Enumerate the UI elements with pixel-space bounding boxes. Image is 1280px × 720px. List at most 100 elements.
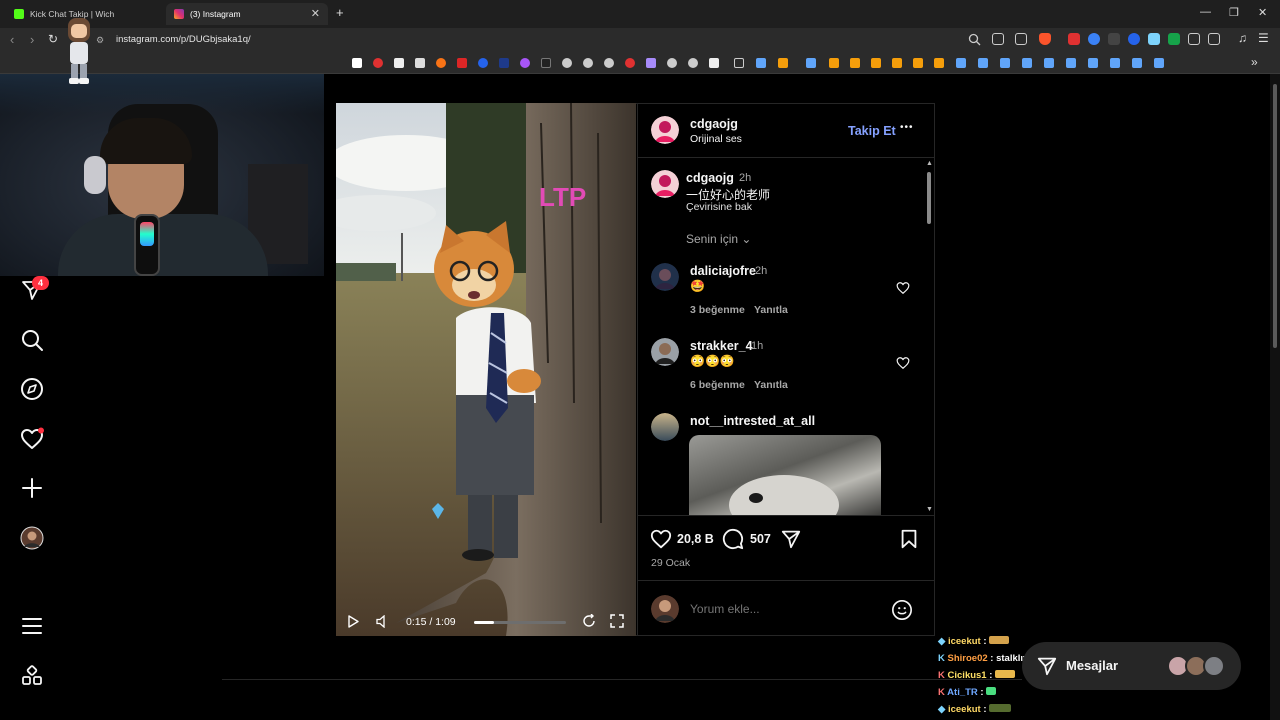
bookmark-steam-icon[interactable]	[1110, 58, 1120, 68]
comment-username[interactable]: daliciajofre	[690, 264, 756, 278]
bookmark-steam-icon[interactable]	[806, 58, 816, 68]
notifications-heart-icon[interactable]	[20, 427, 44, 451]
scroll-up-icon[interactable]: ▲	[926, 160, 933, 167]
bookmark-icon[interactable]	[436, 58, 446, 68]
bookmark-icon[interactable]	[778, 58, 788, 68]
video-progress-track[interactable]	[474, 621, 566, 624]
comment-gif-image[interactable]	[689, 435, 881, 515]
bookmark-icon[interactable]	[934, 58, 944, 68]
comment-likes[interactable]: 6 beğenme	[690, 379, 745, 391]
bookmark-p-icon[interactable]	[394, 58, 404, 68]
post-audio-label[interactable]: Orijinal ses	[690, 133, 742, 145]
comments-scrollbar[interactable]: ▲ ▼	[924, 160, 934, 516]
brave-shield-icon[interactable]	[1039, 33, 1051, 45]
comment-username[interactable]: not__intrested_at_all	[690, 414, 815, 428]
bookmark-steam-icon[interactable]	[978, 58, 988, 68]
new-tab-button[interactable]: +	[336, 5, 344, 20]
bookmark-icon[interactable]	[913, 58, 923, 68]
comment-sort-dropdown[interactable]: Senin için ⌄	[686, 232, 751, 246]
bookmark-amazon-icon[interactable]	[415, 58, 425, 68]
replay-icon[interactable]	[582, 614, 596, 628]
page-scrollbar-thumb[interactable]	[1273, 84, 1277, 348]
bookmark-nhl-icon[interactable]	[499, 58, 509, 68]
comment-input[interactable]	[690, 600, 880, 618]
bookmark-steam-icon[interactable]	[956, 58, 966, 68]
bookmark-icon[interactable]	[604, 58, 614, 68]
comment-like-heart-icon[interactable]	[896, 281, 910, 295]
bookmark-icon[interactable]	[688, 58, 698, 68]
fullscreen-icon[interactable]	[610, 614, 624, 628]
commenter-avatar[interactable]	[651, 338, 679, 366]
bookmark-steam-icon[interactable]	[1154, 58, 1164, 68]
bookmark-steam-icon[interactable]	[1088, 58, 1098, 68]
mute-icon[interactable]	[376, 615, 388, 628]
extensions-puzzle-icon[interactable]	[1188, 33, 1200, 45]
menu-icon[interactable]	[20, 614, 44, 638]
author-avatar[interactable]	[651, 116, 679, 144]
comment-like-heart-icon[interactable]	[896, 356, 910, 370]
follow-button[interactable]: Takip Et	[848, 124, 896, 138]
comment-username[interactable]: strakker_4	[690, 339, 753, 353]
like-heart-icon[interactable]	[650, 528, 672, 550]
extension-icon[interactable]	[1108, 33, 1120, 45]
comment-likes[interactable]: 3 beğenme	[690, 304, 745, 316]
close-tab-icon[interactable]: ✕	[311, 7, 320, 20]
wallet-icon[interactable]	[1208, 33, 1220, 45]
back-icon[interactable]: ‹	[10, 32, 14, 47]
emoji-picker-icon[interactable]	[891, 599, 913, 621]
more-options-icon[interactable]: •••	[900, 122, 914, 133]
bookmark-steam-icon[interactable]	[1044, 58, 1054, 68]
cast-icon[interactable]	[992, 33, 1004, 45]
bookmark-icon[interactable]	[709, 58, 719, 68]
bookmark-icon[interactable]	[625, 58, 635, 68]
search-icon[interactable]	[20, 328, 44, 352]
comment-bubble-icon[interactable]	[722, 528, 744, 550]
bookmark-icon[interactable]	[520, 58, 530, 68]
restore-window-icon[interactable]: ❐	[1229, 6, 1239, 19]
bookmark-icon[interactable]	[541, 58, 551, 68]
bookmark-icon[interactable]	[850, 58, 860, 68]
bookmark-x-icon[interactable]	[352, 58, 362, 68]
bookmark-steam-icon[interactable]	[1000, 58, 1010, 68]
caption-author-username[interactable]: cdgaojg	[686, 171, 734, 185]
bookmark-icon[interactable]	[646, 58, 656, 68]
post-author-username[interactable]: cdgaojg	[690, 117, 738, 131]
bookmark-icon[interactable]	[829, 58, 839, 68]
site-settings-icon[interactable]: ⚙	[96, 31, 104, 49]
caption-author-avatar[interactable]	[651, 170, 679, 198]
messages-button[interactable]: Mesajlar	[1022, 642, 1241, 690]
bookmark-icon[interactable]	[667, 58, 677, 68]
bookmark-steam-icon[interactable]	[1132, 58, 1142, 68]
bookmark-icon[interactable]	[871, 58, 881, 68]
browser-menu-icon[interactable]: ☰	[1258, 31, 1269, 45]
like-count[interactable]: 20,8 B	[677, 532, 714, 546]
more-apps-icon[interactable]	[20, 664, 44, 688]
commenter-avatar[interactable]	[651, 413, 679, 441]
bookmark-icon[interactable]	[457, 58, 467, 68]
bookmark-icon[interactable]	[478, 58, 488, 68]
share-send-icon[interactable]	[780, 528, 802, 550]
bookmark-folder-icon[interactable]	[734, 58, 744, 68]
forward-icon[interactable]: ›	[30, 32, 34, 47]
bookmark-steam-icon[interactable]	[756, 58, 766, 68]
extension-icon[interactable]	[1128, 33, 1140, 45]
page-scrollbar[interactable]	[1270, 74, 1280, 720]
scrollbar-thumb[interactable]	[927, 172, 931, 224]
see-translation-link[interactable]: Çevirisine bak	[686, 201, 752, 213]
extension-badge-icon[interactable]	[1068, 33, 1080, 45]
extension-icon[interactable]	[1148, 33, 1160, 45]
post-video[interactable]: LTP	[336, 103, 636, 636]
extension-icon[interactable]	[1088, 33, 1100, 45]
play-icon[interactable]	[348, 615, 359, 628]
create-plus-icon[interactable]	[20, 476, 44, 500]
scroll-down-icon[interactable]: ▼	[926, 506, 933, 513]
close-window-icon[interactable]: ✕	[1258, 6, 1267, 19]
explore-compass-icon[interactable]	[20, 377, 44, 401]
reload-icon[interactable]: ↻	[48, 32, 58, 46]
bookmark-icon[interactable]	[562, 58, 572, 68]
share-icon[interactable]	[1015, 33, 1027, 45]
profile-avatar[interactable]	[20, 526, 44, 550]
reply-button[interactable]: Yanıtla	[754, 379, 788, 391]
bookmark-steam-icon[interactable]	[1066, 58, 1076, 68]
media-icon[interactable]: ♫	[1238, 31, 1247, 45]
